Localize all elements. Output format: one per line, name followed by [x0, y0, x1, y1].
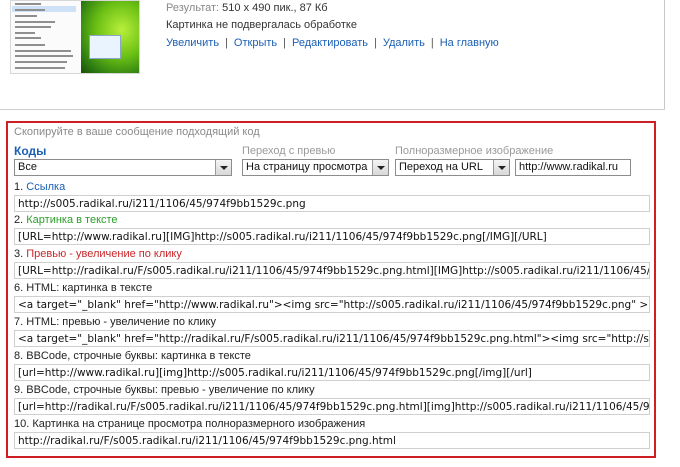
row-title: Превью - увеличение по клику — [26, 248, 182, 260]
code-row-label: 6. HTML: картинка в тексте — [14, 282, 152, 294]
chevron-down-icon[interactable] — [372, 160, 388, 175]
separator: | — [225, 37, 228, 49]
row-number: 2. — [14, 214, 24, 226]
full-size-select-value: Переход на URL — [399, 161, 483, 173]
code-field[interactable]: <a target="_blank" href="http://radikal.… — [14, 330, 650, 347]
image-thumbnail[interactable] — [10, 0, 140, 74]
codes-label: Коды — [14, 144, 47, 158]
codes-panel: Скопируйте в ваше сообщение подходящий к… — [6, 121, 656, 458]
preview-select-value: На страницу просмотра — [246, 161, 368, 173]
edit-link[interactable]: Редактировать — [292, 37, 368, 49]
code-value: <a target="_blank" href="http://radikal.… — [18, 333, 650, 345]
row-number: 8. — [14, 350, 24, 362]
url-input-value: http://www.radikal.ru — [519, 161, 619, 173]
row-number: 10. — [14, 418, 30, 430]
code-row-label: 2. Картинка в тексте — [14, 214, 118, 226]
code-value: http://radikal.ru/F/s005.radikal.ru/i211… — [18, 435, 396, 447]
code-field[interactable]: [url=http://www.radikal.ru][img]http://s… — [14, 364, 650, 381]
row-title: BBCode, строчные буквы: превью - увеличе… — [26, 384, 315, 396]
row-number: 1. — [14, 181, 24, 193]
code-field[interactable]: [url=http://radikal.ru/F/s005.radikal.ru… — [14, 398, 650, 415]
row-title: Картинка на странице просмотра полноразм… — [32, 418, 366, 430]
code-field[interactable]: http://s005.radikal.ru/i211/1106/45/974f… — [14, 195, 650, 212]
divider — [664, 0, 665, 110]
enlarge-link[interactable]: Увеличить — [166, 37, 219, 49]
code-value: http://s005.radikal.ru/i211/1106/45/974f… — [18, 198, 306, 210]
code-value: [url=http://www.radikal.ru][img]http://s… — [18, 367, 532, 379]
divider — [0, 109, 665, 110]
copy-hint: Скопируйте в ваше сообщение подходящий к… — [14, 126, 260, 138]
result-value: 510 x 490 пик., 87 Кб — [222, 2, 328, 14]
delete-link[interactable]: Удалить — [383, 37, 425, 49]
full-size-label: Полноразмерное изображение — [395, 145, 554, 157]
preview-transition-label: Переход с превью — [242, 145, 336, 157]
row-title: Ссылка — [26, 181, 66, 193]
chevron-down-icon[interactable] — [493, 160, 509, 175]
row-title: HTML: картинка в тексте — [26, 282, 153, 294]
code-value: [url=http://radikal.ru/F/s005.radikal.ru… — [18, 401, 650, 413]
code-row-label: 1. Ссылка — [14, 181, 65, 193]
code-field[interactable]: http://radikal.ru/F/s005.radikal.ru/i211… — [14, 432, 650, 449]
full-size-select[interactable]: Переход на URL — [395, 159, 510, 176]
processing-status: Картинка не подвергалась обработке — [166, 19, 357, 31]
row-title: HTML: превью - увеличение по клику — [26, 316, 216, 328]
image-actions: Увеличить | Открыть | Редактировать | Удалить |… — [166, 37, 499, 49]
row-number: 7. — [14, 316, 24, 328]
row-title: BBCode, строчные буквы: картинка в текст… — [26, 350, 251, 362]
separator: | — [430, 37, 434, 49]
code-value: <a target="_blank" href="http://www.radi… — [18, 299, 650, 311]
preview-select[interactable]: На страницу просмотра — [242, 159, 389, 176]
row-number: 6. — [14, 282, 24, 294]
code-row-label: 8. BBCode, строчные буквы: картинка в те… — [14, 350, 251, 362]
code-row-label: 10. Картинка на странице просмотра полно… — [14, 418, 365, 430]
codes-select[interactable]: Все — [14, 159, 232, 176]
code-field[interactable]: [URL=http://radikal.ru/F/s005.radikal.ru… — [14, 262, 650, 279]
thumbnail-wallpaper-graphic — [81, 1, 139, 73]
row-title: Картинка в тексте — [26, 214, 118, 226]
code-field[interactable]: <a target="_blank" href="http://www.radi… — [14, 296, 650, 313]
row-number: 3. — [14, 248, 24, 260]
row-number: 9. — [14, 384, 24, 396]
code-value: [URL=http://www.radikal.ru][IMG]http://s… — [18, 231, 547, 243]
separator: | — [373, 37, 377, 49]
result-label: Результат: — [166, 2, 220, 14]
image-info-section: Результат: 510 x 490 пик., 87 Кб Картинк… — [0, 0, 680, 110]
open-link[interactable]: Открыть — [234, 37, 277, 49]
separator: | — [283, 37, 286, 49]
code-row-label: 7. HTML: превью - увеличение по клику — [14, 316, 216, 328]
code-value: [URL=http://radikal.ru/F/s005.radikal.ru… — [18, 265, 650, 277]
url-input[interactable]: http://www.radikal.ru — [515, 159, 631, 176]
code-row-label: 3. Превью - увеличение по клику — [14, 248, 182, 260]
thumbnail-menu-graphic — [11, 1, 83, 73]
chevron-down-icon[interactable] — [215, 160, 231, 175]
home-link[interactable]: На главную — [440, 37, 499, 49]
codes-select-value: Все — [18, 161, 37, 173]
code-field[interactable]: [URL=http://www.radikal.ru][IMG]http://s… — [14, 228, 650, 245]
code-row-label: 9. BBCode, строчные буквы: превью - увел… — [14, 384, 315, 396]
result-line: Результат: 510 x 490 пик., 87 Кб — [166, 2, 328, 14]
